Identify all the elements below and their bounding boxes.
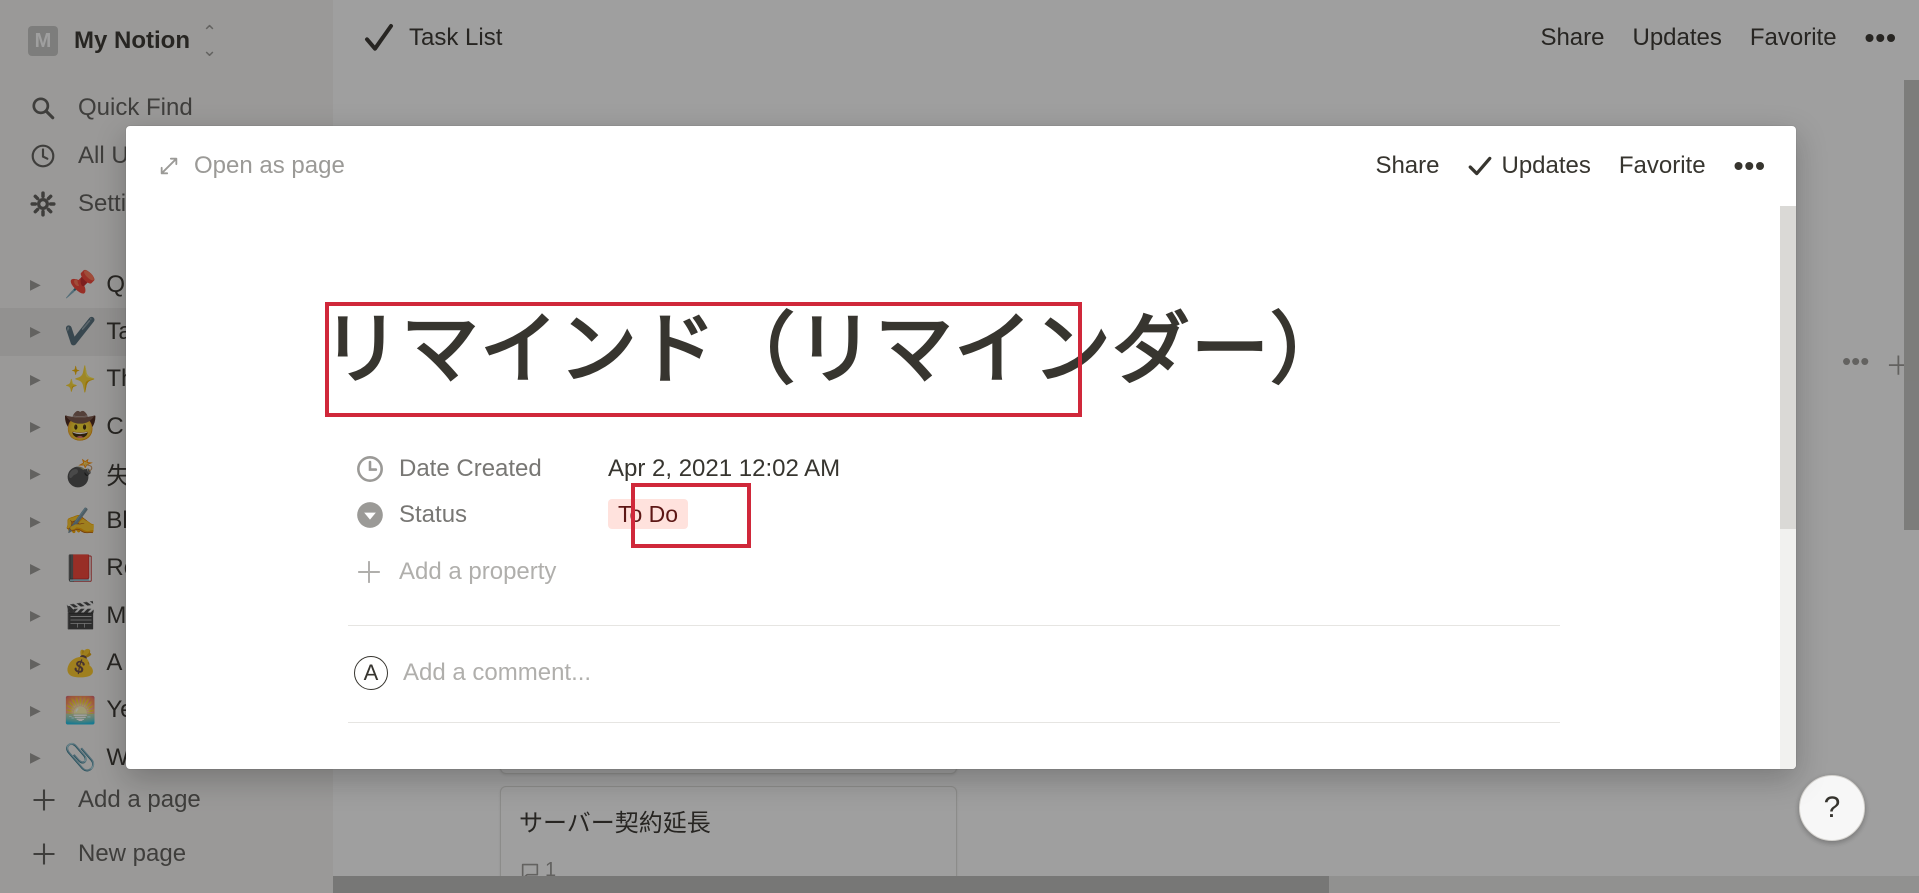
plus-icon (358, 561, 380, 583)
expand-arrows-icon (160, 157, 178, 175)
divider (348, 722, 1560, 723)
share-button[interactable]: Share (1375, 152, 1439, 180)
favorite-label: Favorite (1618, 152, 1706, 179)
modal-scrollbar-thumb[interactable] (1780, 206, 1796, 529)
open-as-page-label: Open as page (194, 152, 345, 179)
favorite-button[interactable]: Favorite (1619, 152, 1706, 180)
property-label-text: Date Created (399, 455, 542, 482)
comment-composer[interactable]: A Add a comment... (354, 656, 591, 690)
avatar: A (354, 656, 388, 690)
comment-input[interactable]: Add a comment... (403, 659, 591, 687)
modal-actions: Share Updates Favorite ••• (1347, 152, 1766, 180)
more-options-icon[interactable]: ••• (1734, 152, 1766, 180)
property-label[interactable]: Status (356, 501, 608, 529)
updates-button[interactable]: Updates (1467, 152, 1591, 180)
share-label: Share (1375, 152, 1440, 179)
help-label: ? (1823, 791, 1841, 824)
add-property-button[interactable]: Add a property (356, 558, 556, 586)
page-peek-modal: Open as page Share Updates Favorite ••• … (126, 126, 1796, 769)
property-date-created: Date Created Apr 2, 2021 12:02 AM (356, 449, 840, 489)
updates-label: Updates (1501, 152, 1591, 179)
title-highlight-box (325, 302, 1082, 417)
property-label-text: Status (399, 501, 468, 528)
add-property-label: Add a property (399, 558, 557, 585)
property-label[interactable]: Date Created (356, 455, 608, 483)
help-button-front[interactable]: ? (1799, 775, 1865, 841)
status-highlight-box (631, 483, 751, 548)
select-icon (357, 502, 383, 528)
clock-icon (357, 456, 383, 482)
checkmark-icon (1469, 156, 1492, 176)
divider (348, 625, 1560, 626)
open-as-page-button[interactable]: Open as page (158, 152, 345, 180)
property-value: Apr 2, 2021 12:02 AM (608, 455, 841, 482)
